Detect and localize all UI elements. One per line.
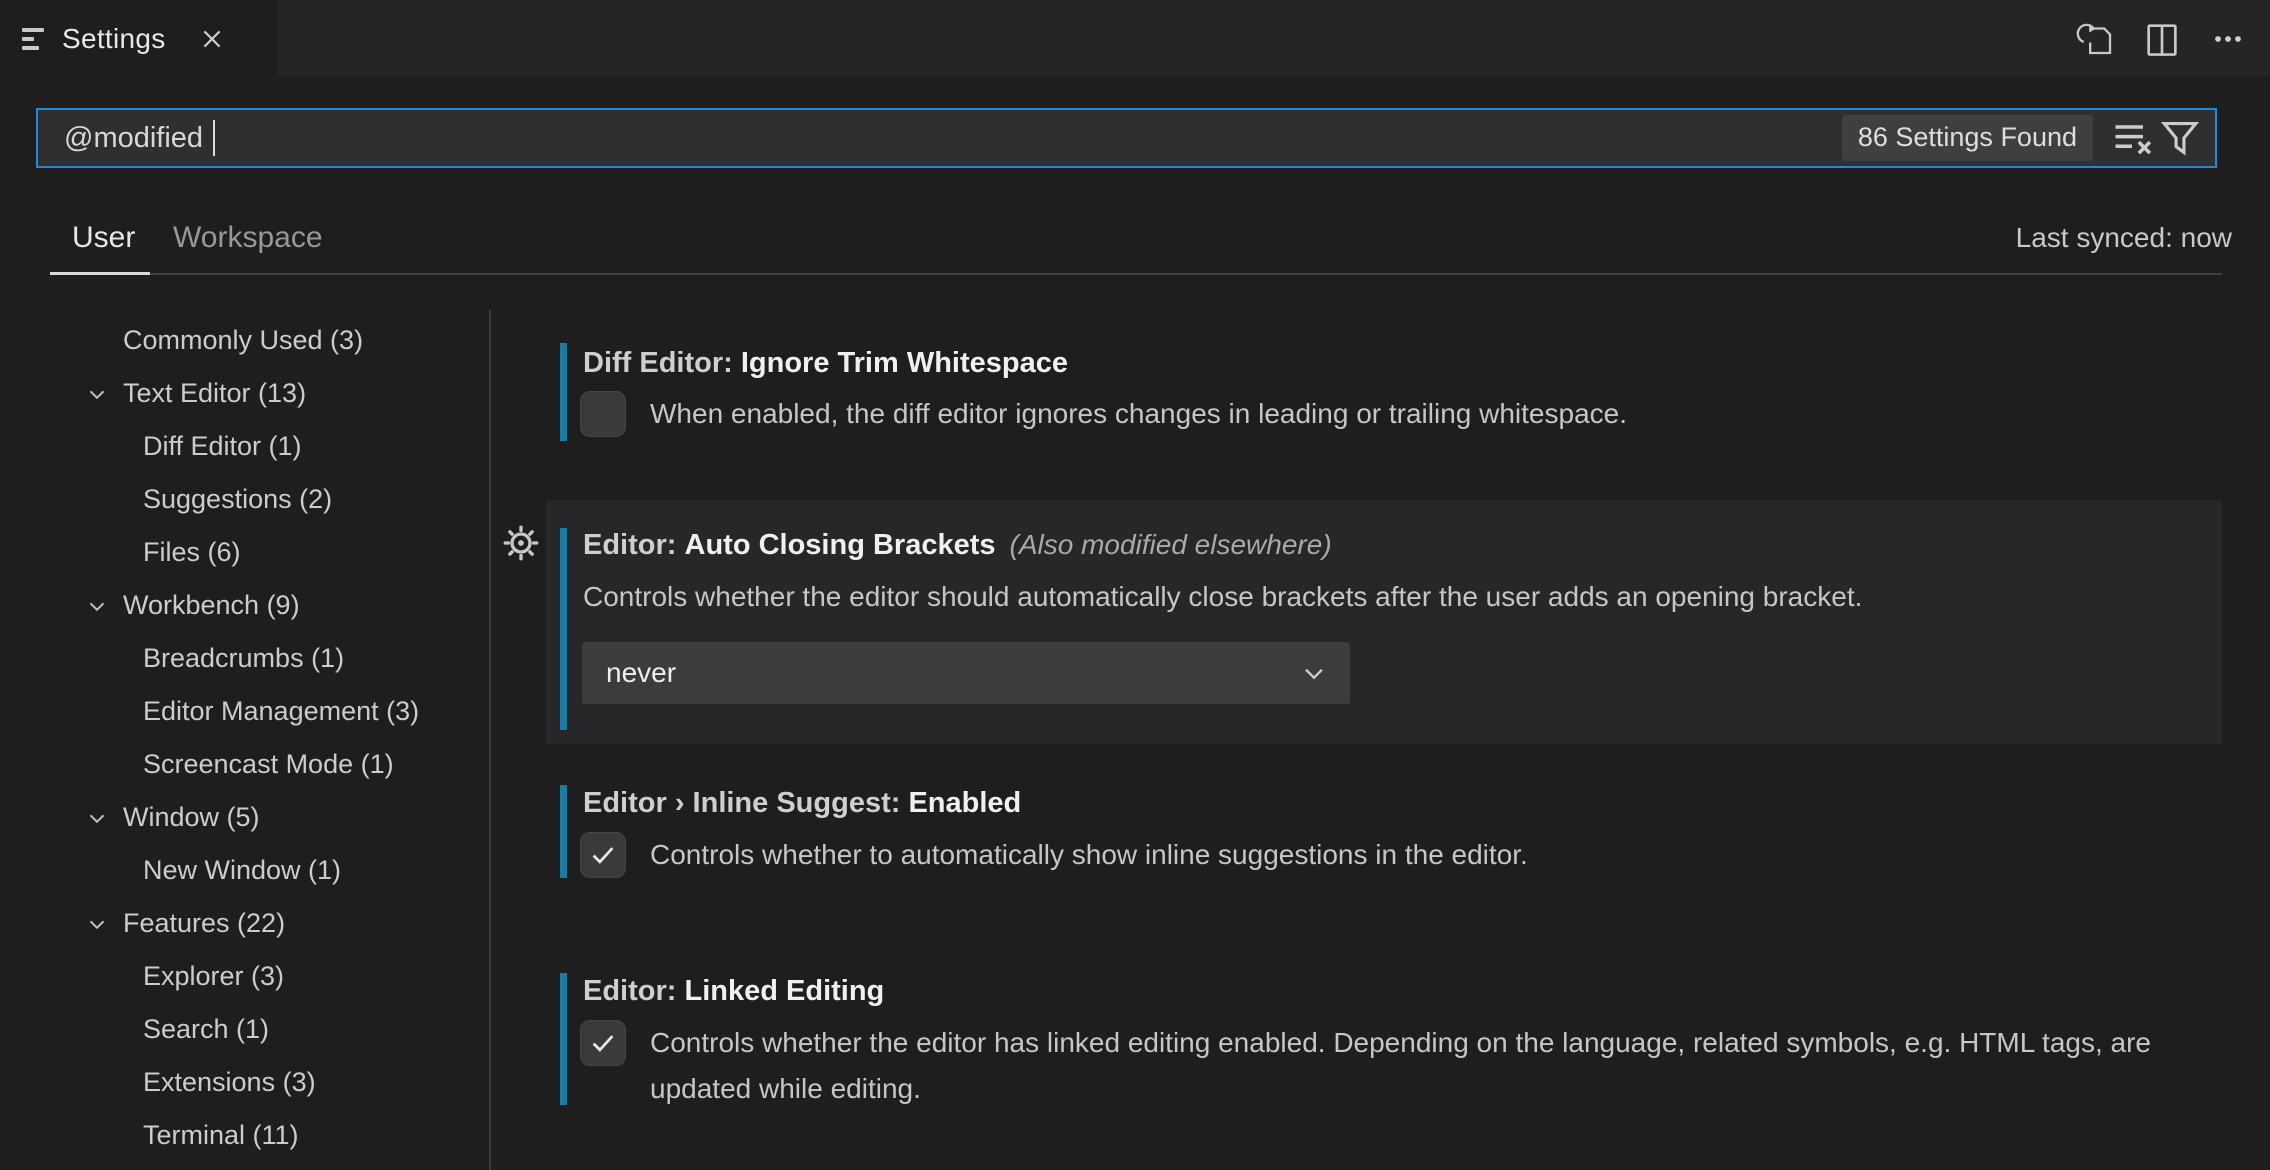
sync-status: Last synced: now: [2015, 222, 2232, 253]
checkbox[interactable]: [580, 391, 626, 437]
tab-title: Settings: [62, 22, 166, 54]
editor-actions: [2072, 0, 2252, 77]
toc-splitter[interactable]: [489, 310, 491, 1170]
settings-count-badge: 86 Settings Found: [1841, 115, 2093, 161]
toc-item-label: New Window (1): [143, 855, 342, 885]
select-value: never: [606, 657, 677, 688]
split-editor-icon[interactable]: [2138, 15, 2186, 63]
modified-indicator: [560, 343, 567, 441]
toc-item-diff-editor[interactable]: Diff Editor (1): [0, 420, 488, 473]
toc-item-editor-management[interactable]: Editor Management (3): [0, 685, 488, 738]
modified-indicator: [560, 785, 567, 878]
toc-item-label: Files (6): [143, 537, 241, 567]
tab-workspace[interactable]: Workspace: [173, 216, 323, 260]
clear-settings-search-icon[interactable]: [2109, 115, 2155, 161]
toc-item-explorer[interactable]: Explorer (3): [0, 950, 488, 1003]
toc-item-label: Breadcrumbs (1): [143, 643, 345, 673]
toc-item-workbench[interactable]: Workbench (9): [0, 579, 488, 632]
text-cursor: [213, 120, 216, 156]
settings-editor: Settings @modified 86 Settings Found Use…: [0, 0, 2270, 1170]
setting-title: Editor: Auto Closing Brackets (Also modif…: [583, 529, 1332, 561]
toc-item-terminal[interactable]: Terminal (11): [0, 1109, 488, 1162]
tab-bar: Settings: [0, 0, 2270, 77]
toc-item-window[interactable]: Window (5): [0, 791, 488, 844]
toc-item-suggestions[interactable]: Suggestions (2): [0, 473, 488, 526]
toc-item-files[interactable]: Files (6): [0, 526, 488, 579]
setting-row-ignore-trim-whitespace: Diff Editor: Ignore Trim Whitespace When…: [546, 336, 2222, 448]
toc-item-label: Screencast Mode (1): [143, 749, 394, 779]
setting-title: Editor › Inline Suggest: Enabled: [583, 787, 1022, 819]
toc-item-label: Diff Editor (1): [143, 431, 302, 461]
setting-row-linked-editing: Editor: Linked Editing Controls whether …: [546, 973, 2222, 1118]
setting-title: Editor: Linked Editing: [583, 975, 885, 1007]
chevron-down-icon: [84, 805, 110, 831]
open-settings-json-icon[interactable]: [2072, 15, 2120, 63]
gear-icon[interactable]: [501, 523, 541, 563]
toc-item-label: Text Editor (13): [123, 378, 307, 408]
also-modified-note: (Also modified elsewhere): [1009, 529, 1332, 560]
setting-row-auto-closing-brackets: Editor: Auto Closing Brackets (Also modif…: [546, 500, 2222, 744]
settings-search-input[interactable]: @modified 86 Settings Found: [36, 108, 2217, 168]
toc-item-screencast-mode[interactable]: Screencast Mode (1): [0, 738, 488, 791]
setting-description: Controls whether to automatically show i…: [650, 839, 1528, 870]
settings-list: Diff Editor: Ignore Trim Whitespace When…: [546, 310, 2222, 1170]
setting-title: Diff Editor: Ignore Trim Whitespace: [583, 347, 1068, 379]
toc-item-breadcrumbs[interactable]: Breadcrumbs (1): [0, 632, 488, 685]
chevron-down-icon: [84, 381, 110, 407]
toc-item-search[interactable]: Search (1): [0, 1003, 488, 1056]
modified-indicator: [560, 528, 567, 730]
header-divider: [150, 273, 2222, 275]
active-tab-underline: [50, 272, 150, 275]
toc-item-features[interactable]: Features (22): [0, 897, 488, 950]
setting-row-inline-suggest-enabled: Editor › Inline Suggest: Enabled Control…: [546, 785, 2222, 890]
toc-item-label: Commonly Used (3): [123, 325, 364, 355]
chevron-down-icon: [84, 911, 110, 937]
toc-item-label: Terminal (11): [143, 1120, 299, 1150]
filter-icon[interactable]: [2157, 115, 2203, 161]
toc-item-label: Explorer (3): [143, 961, 285, 991]
toc-item-label: Workbench (9): [123, 590, 300, 620]
auto-closing-brackets-select[interactable]: never: [582, 642, 1350, 704]
setting-description: Controls whether the editor should autom…: [583, 581, 1863, 612]
more-actions-icon[interactable]: [2204, 15, 2252, 63]
tab-settings[interactable]: Settings: [0, 0, 277, 77]
checkbox[interactable]: [580, 1020, 626, 1066]
modified-indicator: [560, 973, 567, 1105]
settings-toc: Commonly Used (3) Text Editor (13) Diff Ed…: [0, 314, 488, 1162]
setting-description: When enabled, the diff editor ignores ch…: [650, 398, 1627, 429]
checkbox[interactable]: [580, 832, 626, 878]
toc-item-text-editor[interactable]: Text Editor (13): [0, 367, 488, 420]
toc-item-label: Window (5): [123, 802, 260, 832]
toc-item-label: Editor Management (3): [143, 696, 420, 726]
toc-item-label: Extensions (3): [143, 1067, 316, 1097]
toc-item-label: Features (22): [123, 908, 286, 938]
search-query: @modified: [64, 121, 204, 154]
toc-item-label: Suggestions (2): [143, 484, 333, 514]
toc-item-commonly-used[interactable]: Commonly Used (3): [0, 314, 488, 367]
setting-description: Controls whether the editor has linked e…: [650, 1027, 2151, 1104]
tab-user[interactable]: User: [72, 216, 135, 260]
toc-item-new-window[interactable]: New Window (1): [0, 844, 488, 897]
close-icon[interactable]: [194, 21, 230, 57]
chevron-down-icon: [84, 593, 110, 619]
toc-item-extensions[interactable]: Extensions (3): [0, 1056, 488, 1109]
chevron-down-icon: [1305, 668, 1323, 680]
toc-item-label: Search (1): [143, 1014, 270, 1044]
settings-list-icon: [22, 27, 46, 50]
